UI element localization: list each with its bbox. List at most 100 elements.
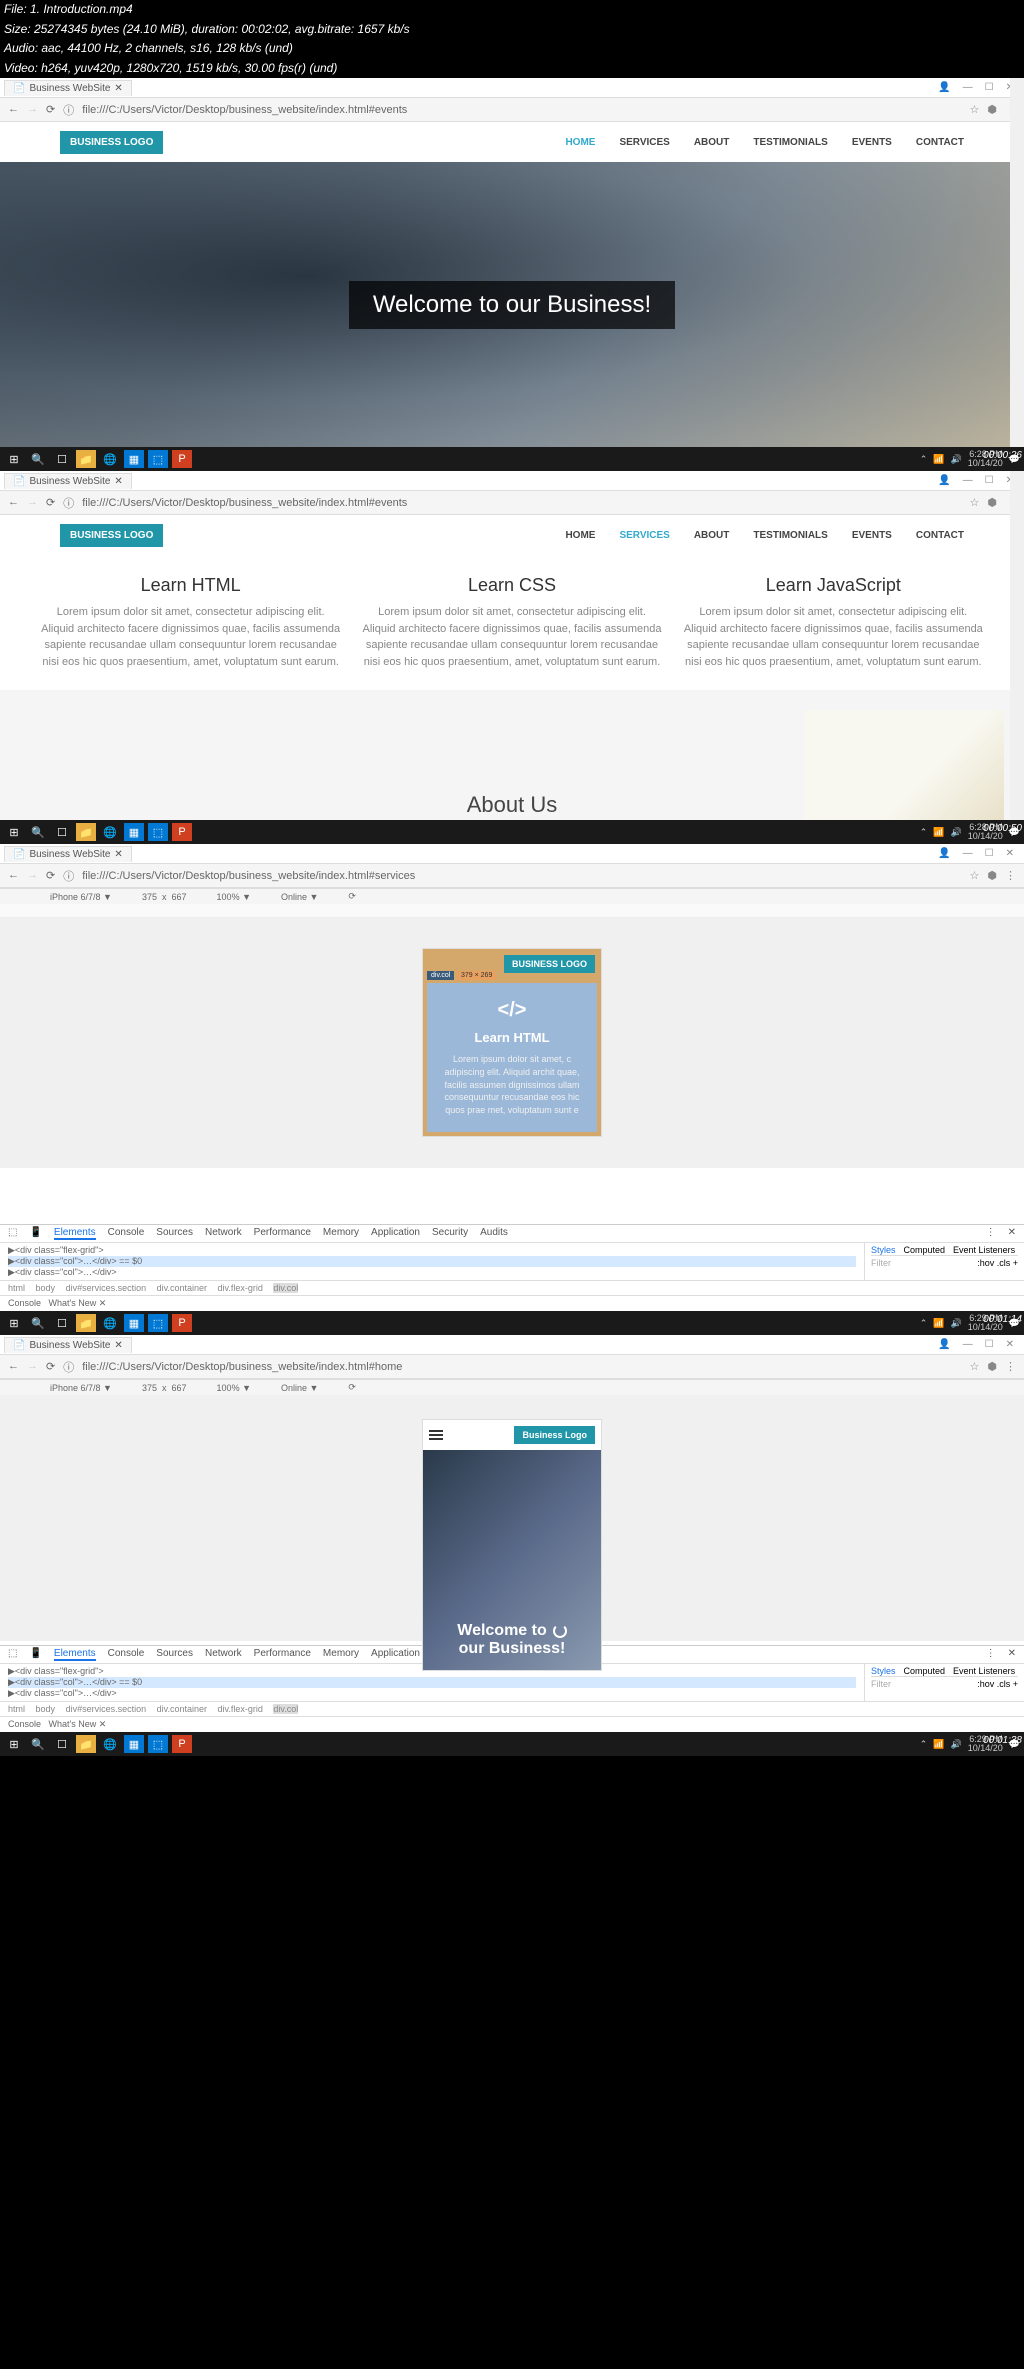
dt-tab-memory[interactable]: Memory [323, 1648, 359, 1661]
bc-item[interactable]: html [8, 1704, 25, 1714]
windows-start-icon[interactable]: ⊞ [4, 450, 24, 468]
explorer-icon[interactable]: 📁 [76, 450, 96, 468]
dt-close-icon[interactable]: ✕ [1008, 1648, 1016, 1661]
filter-input[interactable]: Filter [871, 1258, 891, 1268]
hov-cls-toggle[interactable]: :hov .cls + [977, 1679, 1018, 1689]
nav-services[interactable]: SERVICES [619, 530, 669, 541]
info-icon[interactable]: ⓘ [63, 1359, 74, 1375]
dt-tab-network[interactable]: Network [205, 1648, 242, 1661]
styles-tab[interactable]: Styles [871, 1666, 896, 1676]
browser-tab[interactable]: 📄 Business WebSite ✕ [4, 473, 132, 489]
search-icon[interactable]: 🔍 [28, 450, 48, 468]
app-icon-2[interactable]: ⬚ [148, 450, 168, 468]
nav-contact[interactable]: CONTACT [916, 530, 964, 541]
bc-item[interactable]: div.flex-grid [218, 1704, 263, 1714]
dt-tab-elements[interactable]: Elements [54, 1648, 96, 1661]
dt-menu-icon[interactable]: ⋮ [986, 1648, 996, 1661]
back-icon[interactable]: ← [8, 496, 19, 509]
url-field[interactable]: file:///C:/Users/Victor/Desktop/business… [82, 104, 961, 116]
star-icon[interactable]: ☆ [970, 869, 980, 882]
app-icon-1[interactable]: ▦ [124, 450, 144, 468]
extension-icon[interactable]: ⬢ [987, 869, 997, 882]
dt-menu-icon[interactable]: ⋮ [986, 1227, 996, 1240]
dt-tab-performance[interactable]: Performance [254, 1648, 311, 1661]
windows-start-icon[interactable]: ⊞ [4, 823, 24, 841]
user-icon[interactable]: 👤 [938, 848, 950, 859]
dom-node[interactable]: ▶<div class="flex-grid"> [8, 1245, 856, 1256]
device-select[interactable]: iPhone 6/7/8 ▼ [50, 892, 112, 902]
console-drawer[interactable]: Console What's New ✕ [0, 1716, 1024, 1732]
console-drawer[interactable]: Console What's New ✕ [0, 1295, 1024, 1311]
wifi-icon[interactable]: 📶 [933, 1318, 944, 1329]
wifi-icon[interactable]: 📶 [933, 1739, 944, 1750]
star-icon[interactable]: ☆ [970, 496, 980, 509]
browser-tab[interactable]: 📄 Business WebSite ✕ [4, 80, 132, 96]
dt-tab-application[interactable]: Application [371, 1648, 420, 1661]
powerpoint-icon[interactable]: P [172, 450, 192, 468]
device-mode-icon[interactable]: 📱 [29, 1648, 41, 1661]
back-icon[interactable]: ← [8, 103, 19, 116]
url-field[interactable]: file:///C:/Users/Victor/Desktop/business… [82, 1361, 961, 1373]
app-icon-1[interactable]: ▦ [124, 1314, 144, 1332]
bc-item[interactable]: div.container [157, 1704, 207, 1714]
whats-new-tab[interactable]: What's New ✕ [49, 1719, 107, 1729]
business-logo[interactable]: BUSINESS LOGO [60, 524, 163, 547]
styles-tab[interactable]: Styles [871, 1245, 896, 1255]
volume-icon[interactable]: 🔊 [951, 827, 962, 838]
online-select[interactable]: Online ▼ [281, 892, 318, 902]
listeners-tab[interactable]: Event Listeners [953, 1245, 1015, 1255]
dt-tab-sources[interactable]: Sources [156, 1648, 193, 1661]
powerpoint-icon[interactable]: P [172, 1314, 192, 1332]
powerpoint-icon[interactable]: P [172, 823, 192, 841]
explorer-icon[interactable]: 📁 [76, 1314, 96, 1332]
tray-icon[interactable]: ⌃ [920, 827, 928, 838]
rotate-icon[interactable]: ⟳ [348, 891, 356, 902]
app-icon-2[interactable]: ⬚ [148, 1314, 168, 1332]
hov-cls-toggle[interactable]: :hov .cls + [977, 1258, 1018, 1268]
url-field[interactable]: file:///C:/Users/Victor/Desktop/business… [82, 870, 961, 882]
reload-icon[interactable]: ⟳ [46, 1360, 55, 1373]
nav-about[interactable]: ABOUT [694, 530, 730, 541]
search-icon[interactable]: 🔍 [28, 823, 48, 841]
device-mode-icon[interactable]: 📱 [29, 1227, 41, 1240]
close-icon[interactable]: ✕ [1006, 848, 1014, 859]
reload-icon[interactable]: ⟳ [46, 496, 55, 509]
dt-tab-audits[interactable]: Audits [480, 1227, 508, 1240]
back-icon[interactable]: ← [8, 1360, 19, 1373]
reload-icon[interactable]: ⟳ [46, 103, 55, 116]
powerpoint-icon[interactable]: P [172, 1735, 192, 1753]
tray-icon[interactable]: ⌃ [920, 1318, 928, 1329]
bc-item[interactable]: html [8, 1283, 25, 1293]
url-field[interactable]: file:///C:/Users/Victor/Desktop/business… [82, 497, 961, 509]
bc-item-active[interactable]: div.col [273, 1704, 298, 1714]
back-icon[interactable]: ← [8, 869, 19, 882]
chrome-icon[interactable]: 🌐 [100, 450, 120, 468]
wifi-icon[interactable]: 📶 [933, 827, 944, 838]
bc-item[interactable]: div#services.section [66, 1283, 147, 1293]
close-icon[interactable]: ✕ [1006, 1339, 1014, 1350]
task-view-icon[interactable]: ☐ [52, 823, 72, 841]
volume-icon[interactable]: 🔊 [951, 1739, 962, 1750]
filter-input[interactable]: Filter [871, 1679, 891, 1689]
zoom-select[interactable]: 100% ▼ [217, 1383, 251, 1393]
volume-icon[interactable]: 🔊 [951, 454, 962, 465]
task-view-icon[interactable]: ☐ [52, 450, 72, 468]
dt-tab-console[interactable]: Console [108, 1227, 145, 1240]
rotate-icon[interactable]: ⟳ [348, 1382, 356, 1393]
windows-start-icon[interactable]: ⊞ [4, 1314, 24, 1332]
extension-icon[interactable]: ⬢ [987, 496, 997, 509]
maximize-icon[interactable]: ☐ [985, 475, 994, 486]
bc-item[interactable]: div#services.section [66, 1704, 147, 1714]
elements-tree[interactable]: ▶<div class="flex-grid"> ▶<div class="co… [0, 1243, 864, 1280]
browser-tab[interactable]: 📄 Business WebSite ✕ [4, 846, 132, 862]
dom-node-selected[interactable]: ▶<div class="col">…</div> == $0 [8, 1677, 856, 1688]
nav-about[interactable]: ABOUT [694, 137, 730, 148]
bc-item[interactable]: div.container [157, 1283, 207, 1293]
listeners-tab[interactable]: Event Listeners [953, 1666, 1015, 1676]
app-icon-2[interactable]: ⬚ [148, 823, 168, 841]
dt-tab-network[interactable]: Network [205, 1227, 242, 1240]
tray-icon[interactable]: ⌃ [920, 1739, 928, 1750]
device-height[interactable]: 667 [172, 892, 187, 902]
dt-close-icon[interactable]: ✕ [1008, 1227, 1016, 1240]
browser-tab[interactable]: 📄 Business WebSite ✕ [4, 1337, 132, 1353]
